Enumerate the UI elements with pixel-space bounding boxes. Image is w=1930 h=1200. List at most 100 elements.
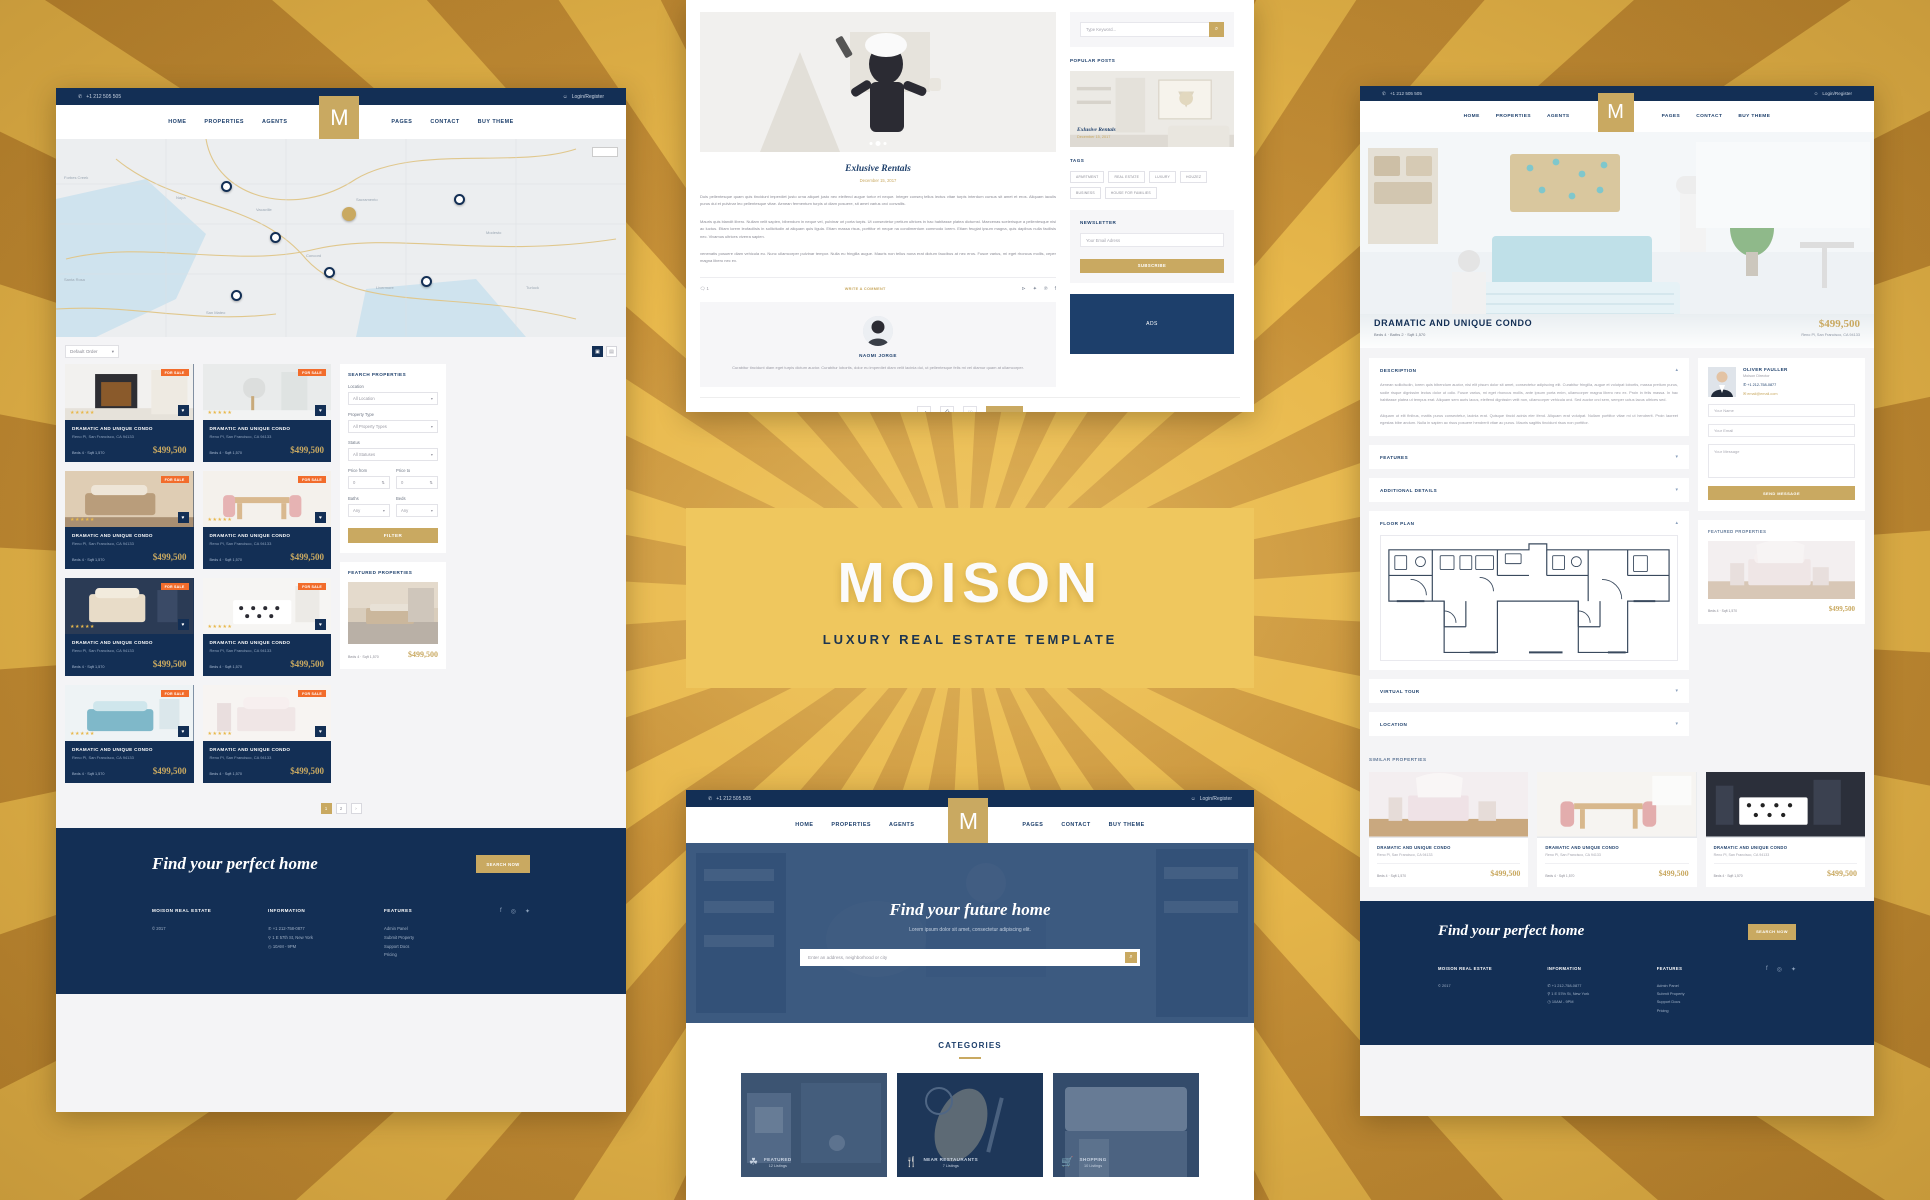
chevron-down-icon[interactable]: ▾ xyxy=(1675,721,1678,727)
similar-property-image[interactable] xyxy=(1705,772,1865,839)
nav-pages[interactable]: PAGES xyxy=(391,119,412,125)
similar-property-image[interactable] xyxy=(1369,772,1529,839)
accordion-header[interactable]: ADDITIONAL DETAILS ▾ xyxy=(1380,487,1678,493)
property-card-image[interactable]: FOR SALE ★★★★★ ♥ xyxy=(202,471,331,527)
accordion-header[interactable]: FEATURES ▾ xyxy=(1380,454,1678,460)
search-input[interactable]: Type Keyword... xyxy=(1080,22,1209,37)
similar-property-card[interactable]: DRAMATIC AND UNIQUE CONDO Reno Pl, San Fr… xyxy=(1369,772,1529,888)
facebook-icon[interactable]: f xyxy=(1766,966,1768,1015)
list-view-icon[interactable]: ▤ xyxy=(606,346,617,357)
subscribe-button[interactable]: SUBSCRIBE xyxy=(1080,258,1224,273)
nav-home[interactable]: HOME xyxy=(168,119,186,125)
location-select[interactable]: All Location ▾ xyxy=(348,392,438,405)
contact-message-input[interactable]: Your Message xyxy=(1708,444,1855,478)
sort-order-select[interactable]: Default Order ▾ xyxy=(65,345,119,358)
footer-link-admin-panel[interactable]: Admin Panel xyxy=(384,925,500,934)
nav-buy-theme[interactable]: BUY THEME xyxy=(1738,114,1770,119)
chevron-down-icon[interactable]: ▾ xyxy=(1675,487,1678,493)
heart-icon[interactable]: ♥ xyxy=(177,726,189,737)
map-pin[interactable] xyxy=(454,194,465,205)
popular-post-item[interactable]: Exlusive Rentals December 15, 2017 xyxy=(1070,71,1234,147)
tag-chip[interactable]: REAL ESTATE xyxy=(1108,171,1146,183)
heart-icon[interactable]: ♥ xyxy=(177,405,189,416)
nav-home[interactable]: HOME xyxy=(1464,114,1480,119)
detail-featured-image[interactable] xyxy=(1708,541,1855,599)
property-card-image[interactable]: FOR SALE ★★★★★ ♥ xyxy=(65,685,194,741)
nav-pages[interactable]: PAGES xyxy=(1022,822,1043,828)
tag-chip[interactable]: HOUSE FOR FAMILIES xyxy=(1104,187,1157,199)
twitter-icon[interactable]: ✦ xyxy=(1033,286,1037,292)
beds-select[interactable]: Any ▾ xyxy=(396,504,438,517)
footer-link-submit-property[interactable]: Submit Property xyxy=(384,934,500,943)
instagram-icon[interactable]: ◎ xyxy=(511,908,516,960)
price-from-input[interactable]: 0 ⇅ xyxy=(348,476,390,489)
write-comment-link[interactable]: WRITE A COMMENT xyxy=(845,287,886,291)
category-card[interactable]: 🍴 NEAR RESTAURANTS 7 Listings xyxy=(897,1073,1043,1177)
brand-logo[interactable]: M xyxy=(319,96,360,140)
accordion-header[interactable]: LOCATION ▾ xyxy=(1380,721,1678,727)
facebook-icon[interactable]: f xyxy=(500,908,502,960)
page-2-button[interactable]: 2 xyxy=(335,803,347,814)
featured-property-image[interactable] xyxy=(348,582,438,644)
floor-plan-diagram[interactable] xyxy=(1380,535,1678,662)
heart-icon[interactable]: ♥ xyxy=(177,619,189,630)
filter-button[interactable]: FILTER xyxy=(348,528,438,543)
baths-select[interactable]: Any ▾ xyxy=(348,504,390,517)
property-card-image[interactable]: FOR SALE ★★★★★ ♥ xyxy=(65,364,194,420)
topbar-phone[interactable]: ✆ +1 212 505 505 xyxy=(708,796,751,802)
page-next-button[interactable]: › xyxy=(350,803,362,814)
blog-hero-image[interactable] xyxy=(700,12,1056,152)
nav-buy-theme[interactable]: BUY THEME xyxy=(1109,822,1145,828)
status-select[interactable]: All Statuses ▾ xyxy=(348,448,438,461)
nav-properties[interactable]: PROPERTIES xyxy=(204,119,244,125)
tag-chip[interactable]: HOUZEZ xyxy=(1179,171,1208,183)
page-1-button[interactable]: 1 xyxy=(320,803,332,814)
footer-link-support-docs[interactable]: Support Docs xyxy=(384,943,500,952)
send-message-button[interactable]: SEND MESSAGE xyxy=(1708,486,1855,500)
carousel-dot-active[interactable] xyxy=(875,141,881,146)
similar-property-card[interactable]: DRAMATIC AND UNIQUE CONDO Reno Pl, San Fr… xyxy=(1537,772,1697,888)
stepper-icon[interactable]: ⇅ xyxy=(429,480,433,485)
property-hero-image[interactable]: DRAMATIC AND UNIQUE CONDO Beds 4 · Baths… xyxy=(1360,132,1874,348)
map-pin-active[interactable] xyxy=(342,207,356,221)
property-card[interactable]: FOR SALE ★★★★★ ♥ DRAMATIC AND UNIQUE CONDO R… xyxy=(202,471,331,569)
nav-agents[interactable]: AGENTS xyxy=(889,822,914,828)
agent-email[interactable]: ✉ email@email.com xyxy=(1743,391,1788,396)
footer-link-submit-property[interactable]: Submit Property xyxy=(1657,990,1766,998)
newsletter-email-input[interactable]: Your Email Adress xyxy=(1080,233,1224,247)
properties-map[interactable]: Forbes Creek Santa Rosa Napa Vacaville Con… xyxy=(56,139,626,337)
map-pin[interactable] xyxy=(324,267,335,278)
property-card-image[interactable]: FOR SALE ★★★★★ ♥ xyxy=(65,471,194,527)
footer-link-pricing[interactable]: Pricing xyxy=(1657,1007,1766,1015)
category-card[interactable]: 🛒 SHOPPING 10 Listings xyxy=(1053,1073,1199,1177)
topbar-account[interactable]: ☺ Login/Register xyxy=(1191,796,1232,802)
brand-logo[interactable]: M xyxy=(948,798,989,844)
chevron-up-icon[interactable]: ▴ xyxy=(1675,520,1678,526)
accordion-features[interactable]: FEATURES ▾ xyxy=(1369,445,1689,470)
topbar-account[interactable]: ☺ Login/Register xyxy=(1814,91,1852,96)
twitter-icon[interactable]: ✦ xyxy=(525,908,530,960)
nav-contact[interactable]: CONTACT xyxy=(430,119,459,125)
nav-agents[interactable]: AGENTS xyxy=(1547,114,1570,119)
similar-property-image[interactable] xyxy=(1537,772,1697,839)
brand-logo[interactable]: M xyxy=(1597,92,1634,133)
contact-email-input[interactable]: Your Email xyxy=(1708,424,1855,437)
hero-search-input[interactable]: Enter an address, neighborhood or city xyxy=(808,955,887,960)
carousel-dot[interactable] xyxy=(883,142,887,145)
footer-link-admin-panel[interactable]: Admin Panel xyxy=(1657,982,1766,990)
topbar-phone[interactable]: ✆ +1 212 505 505 xyxy=(78,94,121,100)
similar-property-card[interactable]: DRAMATIC AND UNIQUE CONDO Reno Pl, San Fr… xyxy=(1705,772,1865,888)
property-card-image[interactable]: FOR SALE ★★★★★ ♥ xyxy=(202,685,331,741)
price-to-input[interactable]: 0 ⇅ xyxy=(396,476,438,489)
compare-icon[interactable]: ⇄ xyxy=(917,406,932,412)
search-icon[interactable]: ⌕ xyxy=(1209,22,1224,37)
pinterest-icon[interactable]: ℗ xyxy=(1044,286,1048,292)
accordion-floor-plan[interactable]: FLOOR PLAN ▴ xyxy=(1369,511,1689,671)
property-card[interactable]: FOR SALE ★★★★★ ♥ DRAMATIC AND UNIQUE CONDO R… xyxy=(65,364,194,462)
accordion-header[interactable]: FLOOR PLAN ▴ xyxy=(1380,520,1678,526)
heart-icon[interactable]: ♥ xyxy=(315,512,326,523)
tag-chip[interactable]: BUSINESS xyxy=(1070,187,1101,199)
search-now-button[interactable]: SEARCH NOW xyxy=(1748,923,1796,940)
property-card[interactable]: FOR SALE ★★★★★ ♥ DRAMATIC AND UNIQUE CONDO R… xyxy=(65,578,194,676)
nav-agents[interactable]: AGENTS xyxy=(262,119,287,125)
